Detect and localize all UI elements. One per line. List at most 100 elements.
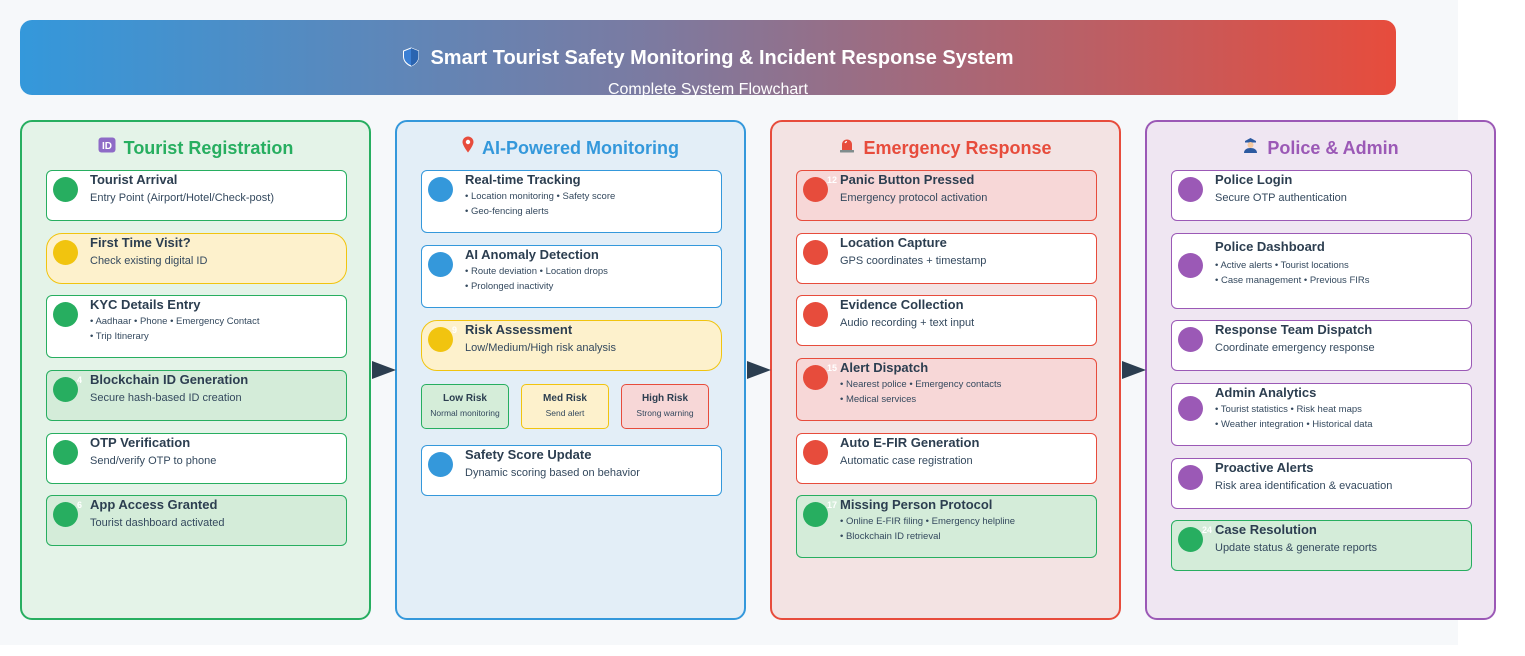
flow-arrow-registration-to-monitoring bbox=[372, 361, 396, 379]
step-marker bbox=[428, 452, 453, 477]
column-ai-monitoring: AI-Powered Monitoring Real-time Tracking… bbox=[395, 120, 746, 620]
node-proactive-alerts: Proactive Alerts Risk area identificatio… bbox=[1171, 458, 1472, 509]
node-title: Real-time Tracking bbox=[465, 172, 581, 187]
node-blockchain-id-generation: 4 Blockchain ID Generation Secure hash-b… bbox=[46, 370, 347, 421]
node-title: Proactive Alerts bbox=[1215, 460, 1314, 475]
node-desc: Emergency protocol activation bbox=[840, 192, 988, 204]
node-auto-efir-generation: Auto E-FIR Generation Automatic case reg… bbox=[796, 433, 1097, 484]
node-ai-anomaly-detection: AI Anomaly Detection • Route deviation •… bbox=[421, 245, 722, 308]
node-title: Tourist Arrival bbox=[90, 172, 178, 187]
node-bullet-line: • Geo-fencing alerts bbox=[465, 206, 549, 217]
node-title: Alert Dispatch bbox=[840, 360, 929, 375]
node-admin-analytics: Admin Analytics • Tourist statistics • R… bbox=[1171, 383, 1472, 446]
node-bullet-line: • Case management • Previous FIRs bbox=[1215, 275, 1370, 286]
node-desc: Dynamic scoring based on behavior bbox=[465, 467, 640, 479]
node-bullet-line: • Prolonged inactivity bbox=[465, 281, 554, 292]
node-title: Location Capture bbox=[840, 235, 947, 250]
step-marker bbox=[803, 240, 828, 265]
node-bullet-line: • Aadhaar • Phone • Emergency Contact bbox=[90, 316, 260, 327]
column-title-text: Tourist Registration bbox=[123, 138, 294, 158]
siren-icon bbox=[839, 137, 855, 161]
header-banner: Smart Tourist Safety Monitoring & Incide… bbox=[20, 20, 1396, 98]
node-title: Evidence Collection bbox=[840, 297, 964, 312]
step-marker bbox=[1178, 327, 1203, 352]
node-desc: Coordinate emergency response bbox=[1215, 342, 1375, 354]
node-bullet-line: • Online E-FIR filing • Emergency helpli… bbox=[840, 516, 1016, 527]
node-bullet-line: • Nearest police • Emergency contacts bbox=[840, 379, 1002, 390]
node-desc: Update status & generate reports bbox=[1215, 542, 1378, 554]
node-app-access-granted: 6 App Access Granted Tourist dashboard a… bbox=[46, 495, 347, 546]
risk-title: High Risk bbox=[641, 393, 689, 404]
node-desc: Entry Point (Airport/Hotel/Check-post) bbox=[90, 192, 275, 204]
step-number: 6 bbox=[77, 500, 83, 510]
node-title: App Access Granted bbox=[90, 497, 218, 512]
risk-desc: Strong warning bbox=[636, 408, 694, 418]
node-bullet-line: • Active alerts • Tourist locations bbox=[1215, 260, 1349, 271]
step-marker bbox=[53, 440, 78, 465]
node-otp-verification: OTP Verification Send/verify OTP to phon… bbox=[46, 433, 347, 484]
node-desc: Check existing digital ID bbox=[90, 255, 208, 267]
node-desc: Low/Medium/High risk analysis bbox=[465, 342, 616, 354]
node-bullet-line: • Route deviation • Location drops bbox=[465, 266, 608, 277]
step-number: 24 bbox=[1202, 525, 1213, 535]
node-title: KYC Details Entry bbox=[90, 297, 201, 312]
flow-arrow-emergency-to-police bbox=[1122, 361, 1146, 379]
node-desc: Risk area identification & evacuation bbox=[1215, 480, 1393, 492]
node-desc: Audio recording + text input bbox=[840, 317, 975, 329]
node-bullet-line: • Blockchain ID retrieval bbox=[840, 531, 941, 542]
node-title: First Time Visit? bbox=[90, 235, 191, 250]
node-title: Police Login bbox=[1215, 172, 1293, 187]
column-title-text: AI-Powered Monitoring bbox=[482, 138, 679, 158]
svg-text:ID: ID bbox=[102, 141, 112, 152]
decision-risk-assessment: 9 Risk Assessment Low/Medium/High risk a… bbox=[421, 320, 722, 371]
id-badge-icon: ID bbox=[98, 137, 116, 161]
node-desc: Secure OTP authentication bbox=[1215, 192, 1347, 204]
node-title: Admin Analytics bbox=[1215, 385, 1317, 400]
step-marker bbox=[803, 177, 828, 202]
node-alert-dispatch: 15 Alert Dispatch • Nearest police • Eme… bbox=[796, 358, 1097, 421]
step-marker bbox=[53, 377, 78, 402]
risk-title: Low Risk bbox=[443, 393, 487, 404]
column-title: Police & Admin bbox=[1147, 136, 1494, 161]
node-desc: Secure hash-based ID creation bbox=[90, 392, 242, 404]
risk-desc: Send alert bbox=[545, 408, 585, 418]
decision-first-time-visit: First Time Visit? Check existing digital… bbox=[46, 233, 347, 284]
node-title: OTP Verification bbox=[90, 435, 191, 450]
node-tourist-arrival: Tourist Arrival Entry Point (Airport/Hot… bbox=[46, 170, 347, 221]
column-title: AI-Powered Monitoring bbox=[397, 136, 744, 161]
page-title: Smart Tourist Safety Monitoring & Incide… bbox=[20, 46, 1396, 70]
node-bullet-line: • Tourist statistics • Risk heat maps bbox=[1215, 404, 1362, 415]
step-marker bbox=[803, 365, 828, 390]
risk-desc: Normal monitoring bbox=[430, 408, 500, 418]
node-kyc-details-entry: KYC Details Entry • Aadhaar • Phone • Em… bbox=[46, 295, 347, 358]
node-title: Missing Person Protocol bbox=[840, 497, 993, 512]
node-response-team-dispatch: Response Team Dispatch Coordinate emerge… bbox=[1171, 320, 1472, 371]
node-title: Response Team Dispatch bbox=[1215, 322, 1373, 337]
column-title: Emergency Response bbox=[772, 136, 1119, 161]
column-police-admin: Police & Admin Police Login Secure OTP a… bbox=[1145, 120, 1496, 620]
column-title-text: Police & Admin bbox=[1267, 138, 1399, 158]
node-bullet-line: • Trip Itinerary bbox=[90, 331, 149, 342]
step-marker bbox=[803, 502, 828, 527]
step-marker bbox=[428, 327, 453, 352]
node-title: AI Anomaly Detection bbox=[465, 247, 599, 262]
step-number: 4 bbox=[77, 375, 83, 385]
node-panic-button-pressed: 12 Panic Button Pressed Emergency protoc… bbox=[796, 170, 1097, 221]
node-title: Blockchain ID Generation bbox=[90, 372, 249, 387]
node-bullet-line: • Weather integration • Historical data bbox=[1215, 419, 1373, 430]
node-desc: Send/verify OTP to phone bbox=[90, 455, 217, 467]
risk-level-high: High Risk Strong warning bbox=[621, 384, 709, 429]
node-safety-score-update: Safety Score Update Dynamic scoring base… bbox=[421, 445, 722, 496]
node-title: Risk Assessment bbox=[465, 322, 573, 337]
node-bullet-line: • Location monitoring • Safety score bbox=[465, 191, 616, 202]
flow-arrow-monitoring-to-emergency bbox=[747, 361, 771, 379]
shield-icon bbox=[403, 47, 420, 67]
risk-level-low: Low Risk Normal monitoring bbox=[421, 384, 509, 429]
column-tourist-registration: ID Tourist Registration Tourist Arrival E… bbox=[20, 120, 371, 620]
step-number: 12 bbox=[827, 175, 838, 185]
node-evidence-collection: Evidence Collection Audio recording + te… bbox=[796, 295, 1097, 346]
step-number: 17 bbox=[827, 500, 838, 510]
step-marker bbox=[428, 177, 453, 202]
node-case-resolution: 24 Case Resolution Update status & gener… bbox=[1171, 520, 1472, 571]
node-title: Auto E-FIR Generation bbox=[840, 435, 980, 450]
